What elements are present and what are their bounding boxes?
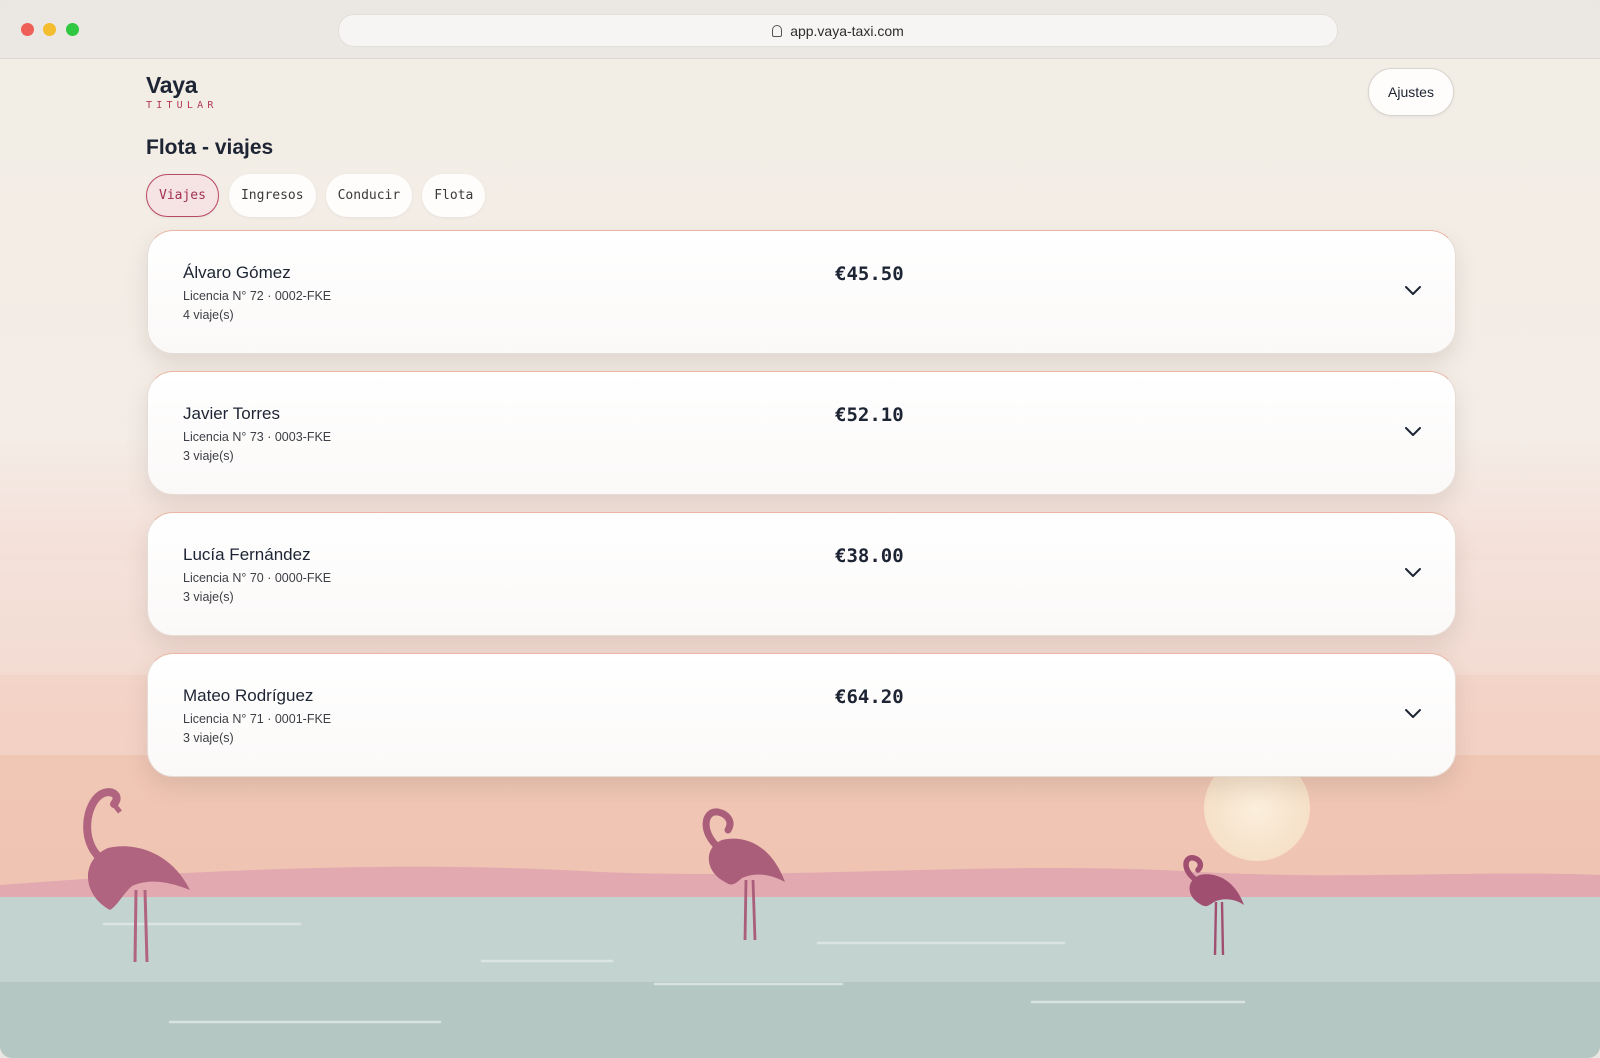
- tab-viajes[interactable]: Viajes: [146, 174, 219, 217]
- driver-name: Mateo Rodríguez: [183, 686, 314, 705]
- brand-name: Vaya: [146, 72, 198, 98]
- driver-trip-count: 4 viaje(s): [183, 308, 234, 322]
- chevron-down-icon[interactable]: [1403, 565, 1423, 579]
- chevron-down-icon[interactable]: [1403, 424, 1423, 438]
- driver-name: Lucía Fernández: [183, 545, 311, 564]
- driver-license: Licencia N° 72 · 0002-FKE: [183, 289, 332, 303]
- driver-license: Licencia N° 70 · 0000-FKE: [183, 571, 332, 585]
- chevron-down-icon[interactable]: [1403, 283, 1423, 297]
- lock-icon: [772, 24, 783, 37]
- brand-logo[interactable]: Vaya TITULAR: [146, 72, 218, 111]
- close-window-button[interactable]: [21, 23, 34, 36]
- driver-license: Licencia N° 71 · 0001-FKE: [183, 712, 332, 726]
- maximize-window-button[interactable]: [66, 23, 79, 36]
- browser-window: app.vaya-taxi.com Vaya TITULAR Ajustes F…: [0, 0, 1600, 1058]
- title-bar: app.vaya-taxi.com: [0, 0, 1600, 59]
- driver-amount: €45.50: [835, 263, 904, 285]
- driver-amount: €52.10: [835, 404, 904, 426]
- driver-amount: €64.20: [835, 686, 904, 708]
- driver-card[interactable]: Javier Torres Licencia N° 73 · 0003-FKE …: [147, 371, 1456, 495]
- driver-card[interactable]: Lucía Fernández Licencia N° 70 · 0000-FK…: [147, 512, 1456, 636]
- tab-ingresos[interactable]: Ingresos: [228, 174, 316, 217]
- driver-list: Álvaro Gómez Licencia N° 72 · 0002-FKE 4…: [147, 230, 1456, 794]
- chevron-down-icon[interactable]: [1403, 706, 1423, 720]
- driver-trip-count: 3 viaje(s): [183, 590, 234, 604]
- tab-conducir[interactable]: Conducir: [325, 174, 413, 217]
- minimize-window-button[interactable]: [43, 23, 56, 36]
- brand-role: TITULAR: [146, 100, 218, 111]
- driver-card[interactable]: Álvaro Gómez Licencia N° 72 · 0002-FKE 4…: [147, 230, 1456, 354]
- driver-trip-count: 3 viaje(s): [183, 731, 234, 745]
- driver-amount: €38.00: [835, 545, 904, 567]
- page-title: Flota - viajes: [146, 136, 274, 159]
- driver-name: Álvaro Gómez: [183, 263, 291, 282]
- driver-card[interactable]: Mateo Rodríguez Licencia N° 71 · 0001-FK…: [147, 653, 1456, 777]
- tab-bar: Viajes Ingresos Conducir Flota: [146, 174, 486, 217]
- driver-trip-count: 3 viaje(s): [183, 449, 234, 463]
- tab-flota[interactable]: Flota: [422, 174, 486, 217]
- address-bar[interactable]: app.vaya-taxi.com: [338, 14, 1338, 47]
- driver-name: Javier Torres: [183, 404, 280, 423]
- settings-button[interactable]: Ajustes: [1368, 68, 1454, 116]
- water: [0, 897, 1600, 982]
- driver-license: Licencia N° 73 · 0003-FKE: [183, 430, 332, 444]
- url-text: app.vaya-taxi.com: [790, 22, 904, 39]
